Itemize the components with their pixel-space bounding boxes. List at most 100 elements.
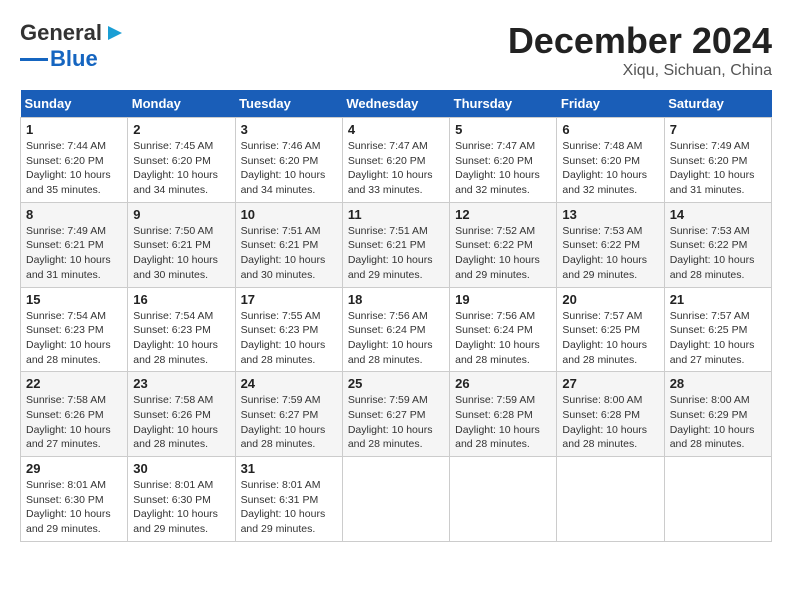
calendar-cell: 3 Sunrise: 7:46 AMSunset: 6:20 PMDaylight… xyxy=(235,118,342,203)
calendar-cell: 12 Sunrise: 7:52 AMSunset: 6:22 PMDayligh… xyxy=(450,202,557,287)
day-number: 22 xyxy=(26,376,122,391)
day-number: 12 xyxy=(455,207,551,222)
calendar-table: SundayMondayTuesdayWednesdayThursdayFrid… xyxy=(20,90,772,542)
calendar-cell: 9 Sunrise: 7:50 AMSunset: 6:21 PMDaylight… xyxy=(128,202,235,287)
calendar-cell: 15 Sunrise: 7:54 AMSunset: 6:23 PMDayligh… xyxy=(21,287,128,372)
cell-details: Sunrise: 7:50 AMSunset: 6:21 PMDaylight:… xyxy=(133,224,229,283)
cell-details: Sunrise: 8:00 AMSunset: 6:28 PMDaylight:… xyxy=(562,393,658,452)
calendar-cell: 18Sunrise: 7:56 AMSunset: 6:24 PMDayligh… xyxy=(342,287,449,372)
day-number: 19 xyxy=(455,292,551,307)
month-title: December 2024 xyxy=(508,20,772,62)
calendar-cell xyxy=(342,457,449,542)
logo-blue: Blue xyxy=(50,46,98,72)
cell-details: Sunrise: 7:55 AMSunset: 6:23 PMDaylight:… xyxy=(241,309,337,368)
day-number: 25 xyxy=(348,376,444,391)
cell-details: Sunrise: 8:01 AMSunset: 6:30 PMDaylight:… xyxy=(133,478,229,537)
day-number: 24 xyxy=(241,376,337,391)
cell-details: Sunrise: 7:52 AMSunset: 6:22 PMDaylight:… xyxy=(455,224,551,283)
cell-details: Sunrise: 7:58 AMSunset: 6:26 PMDaylight:… xyxy=(26,393,122,452)
calendar-cell: 24 Sunrise: 7:59 AMSunset: 6:27 PMDayligh… xyxy=(235,372,342,457)
cell-details: Sunrise: 7:56 AMSunset: 6:24 PMDaylight:… xyxy=(455,309,551,368)
calendar-cell: 11 Sunrise: 7:51 AMSunset: 6:21 PMDayligh… xyxy=(342,202,449,287)
cell-details: Sunrise: 7:58 AMSunset: 6:26 PMDaylight:… xyxy=(133,393,229,452)
header-day-sunday: Sunday xyxy=(21,90,128,118)
header-day-saturday: Saturday xyxy=(664,90,771,118)
calendar-cell: 29Sunrise: 8:01 AMSunset: 6:30 PMDayligh… xyxy=(21,457,128,542)
cell-details: Sunrise: 7:59 AMSunset: 6:27 PMDaylight:… xyxy=(348,393,444,452)
cell-details: Sunrise: 7:54 AMSunset: 6:23 PMDaylight:… xyxy=(26,309,122,368)
day-number: 6 xyxy=(562,122,658,137)
calendar-cell: 2Sunrise: 7:45 AMSunset: 6:20 PMDaylight… xyxy=(128,118,235,203)
calendar-cell: 14 Sunrise: 7:53 AMSunset: 6:22 PMDayligh… xyxy=(664,202,771,287)
day-number: 23 xyxy=(133,376,229,391)
day-number: 4 xyxy=(348,122,444,137)
calendar-cell xyxy=(450,457,557,542)
cell-details: Sunrise: 7:53 AMSunset: 6:22 PMDaylight:… xyxy=(562,224,658,283)
cell-details: Sunrise: 7:54 AMSunset: 6:23 PMDaylight:… xyxy=(133,309,229,368)
day-number: 29 xyxy=(26,461,122,476)
day-number: 17 xyxy=(241,292,337,307)
day-number: 27 xyxy=(562,376,658,391)
cell-details: Sunrise: 7:46 AMSunset: 6:20 PMDaylight:… xyxy=(241,139,337,198)
cell-details: Sunrise: 7:53 AMSunset: 6:22 PMDaylight:… xyxy=(670,224,766,283)
calendar-cell: 22 Sunrise: 7:58 AMSunset: 6:26 PMDayligh… xyxy=(21,372,128,457)
day-number: 31 xyxy=(241,461,337,476)
cell-details: Sunrise: 7:47 AMSunset: 6:20 PMDaylight:… xyxy=(348,139,444,198)
day-number: 14 xyxy=(670,207,766,222)
calendar-cell: 19 Sunrise: 7:56 AMSunset: 6:24 PMDayligh… xyxy=(450,287,557,372)
day-number: 10 xyxy=(241,207,337,222)
cell-details: Sunrise: 7:56 AMSunset: 6:24 PMDaylight:… xyxy=(348,309,444,368)
calendar-cell: 10 Sunrise: 7:51 AMSunset: 6:21 PMDayligh… xyxy=(235,202,342,287)
calendar-cell: 26 Sunrise: 7:59 AMSunset: 6:28 PMDayligh… xyxy=(450,372,557,457)
day-number: 26 xyxy=(455,376,551,391)
day-number: 9 xyxy=(133,207,229,222)
calendar-cell xyxy=(664,457,771,542)
logo-general: General xyxy=(20,20,102,46)
header-day-wednesday: Wednesday xyxy=(342,90,449,118)
cell-details: Sunrise: 7:59 AMSunset: 6:27 PMDaylight:… xyxy=(241,393,337,452)
calendar-cell: 1Sunrise: 7:44 AMSunset: 6:20 PMDaylight… xyxy=(21,118,128,203)
day-number: 3 xyxy=(241,122,337,137)
day-number: 2 xyxy=(133,122,229,137)
week-row-4: 22 Sunrise: 7:58 AMSunset: 6:26 PMDayligh… xyxy=(21,372,772,457)
calendar-cell: 16 Sunrise: 7:54 AMSunset: 6:23 PMDayligh… xyxy=(128,287,235,372)
calendar-cell: 23 Sunrise: 7:58 AMSunset: 6:26 PMDayligh… xyxy=(128,372,235,457)
week-row-5: 29 Sunrise: 8:01 AMSunset: 6:30 PMDayligh… xyxy=(21,457,772,542)
cell-details: Sunrise: 7:44 AMSunset: 6:20 PMDaylight:… xyxy=(26,139,122,198)
calendar-cell: 13Sunrise: 7:53 AMSunset: 6:22 PMDayligh… xyxy=(557,202,664,287)
calendar-cell: 21Sunrise: 7:57 AMSunset: 6:25 PMDayligh… xyxy=(664,287,771,372)
header-day-thursday: Thursday xyxy=(450,90,557,118)
cell-details: Sunrise: 7:59 AMSunset: 6:28 PMDaylight:… xyxy=(455,393,551,452)
day-number: 21 xyxy=(670,292,766,307)
calendar-body: 1Sunrise: 7:44 AMSunset: 6:20 PMDaylight… xyxy=(21,118,772,542)
day-number: 30 xyxy=(133,461,229,476)
day-number: 7 xyxy=(670,122,766,137)
cell-details: Sunrise: 7:51 AMSunset: 6:21 PMDaylight:… xyxy=(241,224,337,283)
location: Xiqu, Sichuan, China xyxy=(508,62,772,80)
day-number: 16 xyxy=(133,292,229,307)
logo: General Blue xyxy=(20,20,126,72)
day-number: 5 xyxy=(455,122,551,137)
cell-details: Sunrise: 7:49 AMSunset: 6:21 PMDaylight:… xyxy=(26,224,122,283)
cell-details: Sunrise: 8:00 AMSunset: 6:29 PMDaylight:… xyxy=(670,393,766,452)
week-row-3: 15 Sunrise: 7:54 AMSunset: 6:23 PMDayligh… xyxy=(21,287,772,372)
calendar-cell: 8Sunrise: 7:49 AMSunset: 6:21 PMDaylight… xyxy=(21,202,128,287)
calendar-cell: 30 Sunrise: 8:01 AMSunset: 6:30 PMDayligh… xyxy=(128,457,235,542)
calendar-cell xyxy=(557,457,664,542)
cell-details: Sunrise: 7:47 AMSunset: 6:20 PMDaylight:… xyxy=(455,139,551,198)
calendar-cell: 20Sunrise: 7:57 AMSunset: 6:25 PMDayligh… xyxy=(557,287,664,372)
page-header: General Blue December 2024 Xiqu, Sichuan… xyxy=(20,20,772,80)
calendar-cell: 28Sunrise: 8:00 AMSunset: 6:29 PMDayligh… xyxy=(664,372,771,457)
calendar-cell: 6Sunrise: 7:48 AMSunset: 6:20 PMDaylight… xyxy=(557,118,664,203)
header-day-monday: Monday xyxy=(128,90,235,118)
week-row-1: 1Sunrise: 7:44 AMSunset: 6:20 PMDaylight… xyxy=(21,118,772,203)
calendar-cell: 4 Sunrise: 7:47 AMSunset: 6:20 PMDaylight… xyxy=(342,118,449,203)
day-number: 15 xyxy=(26,292,122,307)
calendar-cell: 25 Sunrise: 7:59 AMSunset: 6:27 PMDayligh… xyxy=(342,372,449,457)
cell-details: Sunrise: 7:51 AMSunset: 6:21 PMDaylight:… xyxy=(348,224,444,283)
cell-details: Sunrise: 7:57 AMSunset: 6:25 PMDaylight:… xyxy=(562,309,658,368)
calendar-cell: 27 Sunrise: 8:00 AMSunset: 6:28 PMDayligh… xyxy=(557,372,664,457)
day-number: 11 xyxy=(348,207,444,222)
logo-icon: General xyxy=(20,20,126,46)
logo-arrow-icon xyxy=(104,22,126,44)
